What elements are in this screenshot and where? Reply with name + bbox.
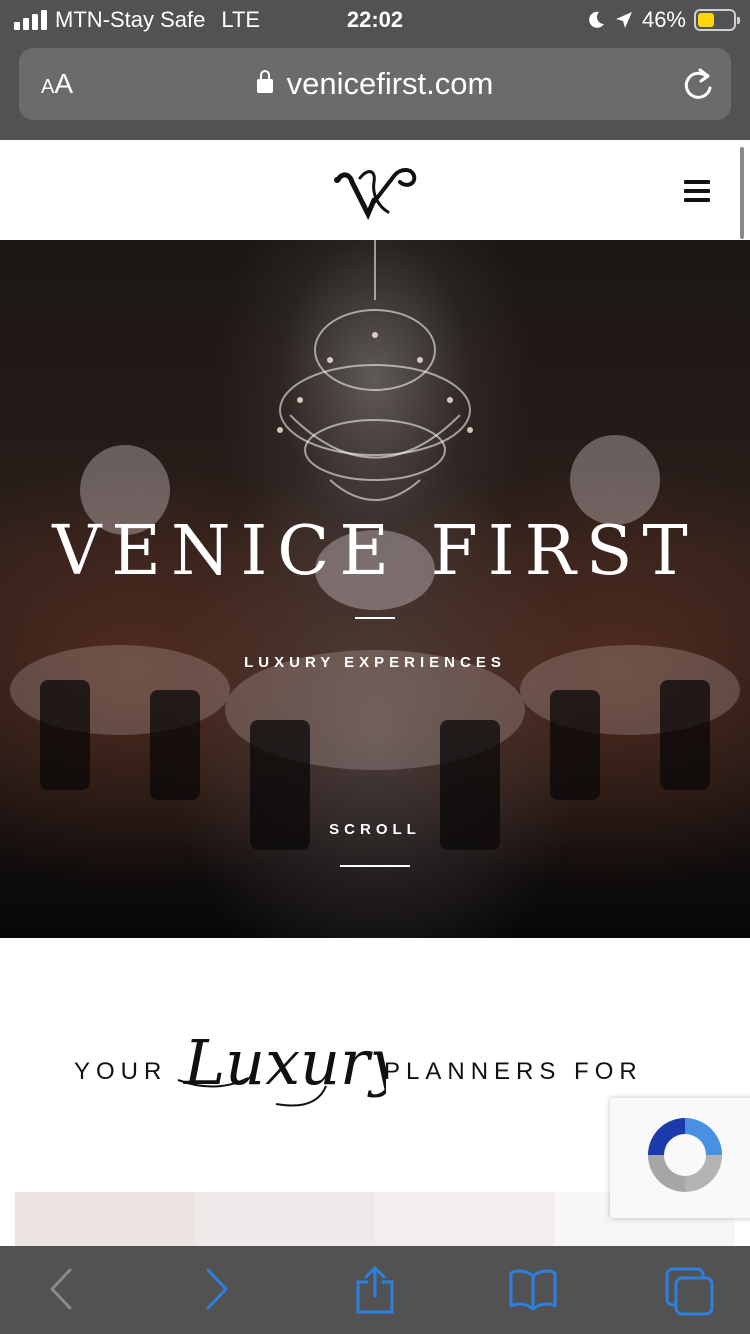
bookmarks-icon[interactable] xyxy=(508,1266,558,1312)
hero-title: VENICE FIRST xyxy=(52,512,698,591)
url-text: venicefirst.com xyxy=(286,66,494,101)
url-display[interactable]: venicefirst.com xyxy=(19,66,731,102)
menu-hamburger-icon[interactable] xyxy=(684,180,710,202)
status-bar: MTN-Stay Safe LTE 22:02 46% xyxy=(0,0,750,42)
chandelier xyxy=(279,240,471,501)
battery-icon xyxy=(694,9,740,31)
scroll-link[interactable]: SCROLL xyxy=(0,821,750,838)
image-tile[interactable] xyxy=(195,1192,375,1246)
moon-icon xyxy=(589,11,604,28)
forward-arrow-icon[interactable] xyxy=(202,1266,232,1312)
image-tile[interactable] xyxy=(15,1192,195,1246)
venice-first-logo[interactable] xyxy=(330,160,420,220)
intro-left-text: YOUR xyxy=(74,1058,168,1085)
location-arrow-icon xyxy=(615,12,632,28)
tabs-icon[interactable] xyxy=(664,1266,716,1316)
page-scrollbar[interactable] xyxy=(740,147,744,239)
address-bar[interactable]: AA venicefirst.com xyxy=(19,48,731,120)
recaptcha-icon xyxy=(648,1118,722,1192)
status-right: 46% xyxy=(586,7,740,33)
battery-level-fill xyxy=(698,13,714,27)
reload-icon[interactable] xyxy=(681,66,715,102)
intro-script-word: Luxury xyxy=(177,1026,386,1107)
script-word-text: Luxury xyxy=(183,1026,386,1099)
site-header xyxy=(0,140,750,240)
intro-right-text: PLANNERS FOR xyxy=(384,1058,643,1085)
image-tile[interactable] xyxy=(375,1192,555,1246)
lock-icon xyxy=(256,70,273,93)
share-icon[interactable] xyxy=(354,1266,396,1314)
hero-divider xyxy=(355,617,395,619)
hero-subtitle: LUXURY EXPERIENCES xyxy=(244,654,506,671)
scroll-underline xyxy=(340,865,410,867)
browser-top-chrome: MTN-Stay Safe LTE 22:02 46% AA venicefir… xyxy=(0,0,750,140)
back-arrow-icon[interactable] xyxy=(46,1266,76,1312)
browser-bottom-toolbar xyxy=(0,1246,750,1334)
recaptcha-badge[interactable] xyxy=(610,1098,750,1218)
hero-banner: VENICE FIRST LUXURY EXPERIENCES SCROLL xyxy=(0,240,750,938)
battery-percent: 46% xyxy=(641,7,686,32)
